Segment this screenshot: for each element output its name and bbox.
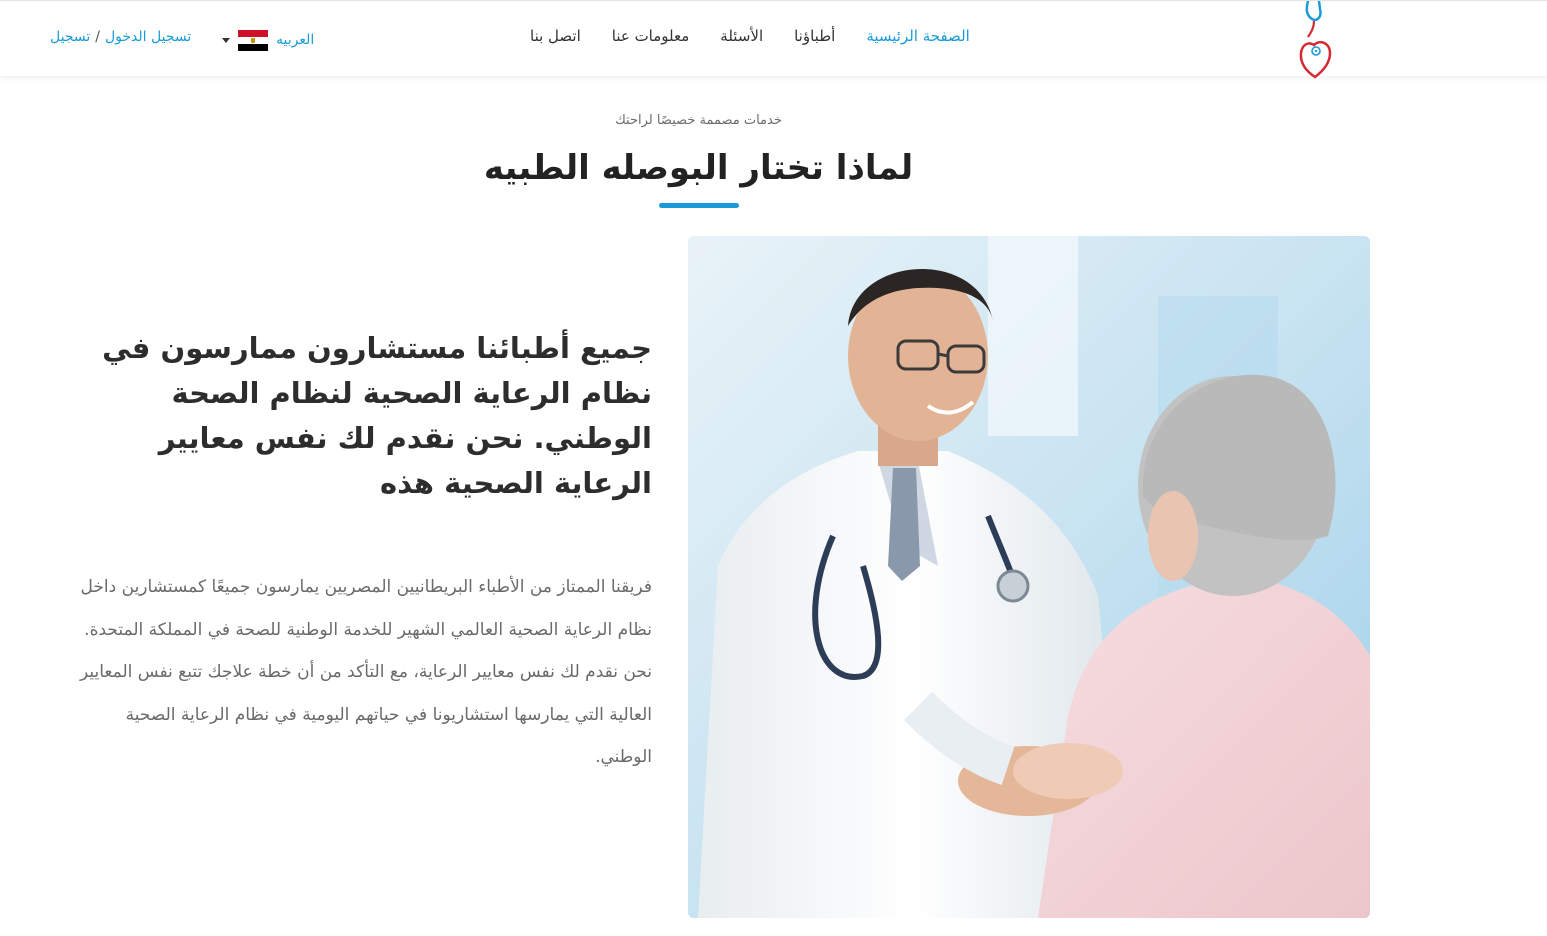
nav-about[interactable]: معلومات عنا bbox=[612, 27, 690, 53]
egypt-flag-icon bbox=[238, 29, 268, 51]
nav-home[interactable]: الصفحة الرئيسية bbox=[866, 27, 970, 53]
top-navbar: الصفحة الرئيسية أطباؤنا الأسئلة معلومات … bbox=[0, 0, 1547, 79]
language-selector[interactable]: العربيه bbox=[222, 29, 314, 51]
language-label: العربيه bbox=[276, 32, 315, 48]
auth-links: تسجيل الدخول / تسجيل bbox=[50, 29, 191, 45]
register-link[interactable]: تسجيل bbox=[50, 29, 90, 45]
nav-contact[interactable]: اتصل بنا bbox=[530, 27, 581, 53]
doctor-holding-elderly-patient-hands-photo bbox=[688, 236, 1370, 918]
login-link[interactable]: تسجيل الدخول bbox=[105, 29, 191, 45]
features-body: فريقنا الممتاز من الأطباء البريطانيين ال… bbox=[80, 577, 652, 767]
auth-separator: / bbox=[95, 29, 100, 45]
title-underline bbox=[659, 203, 739, 208]
section-subtitle: خدمات مصممة خصيصًا لراحتك bbox=[615, 113, 782, 128]
nav-faq[interactable]: الأسئلة bbox=[720, 27, 763, 53]
chevron-down-icon bbox=[222, 37, 230, 43]
main-nav: الصفحة الرئيسية أطباؤنا الأسئلة معلومات … bbox=[530, 27, 970, 53]
features-heading: جميع أطبائنا مستشارون ممارسون في نظام ال… bbox=[102, 331, 652, 500]
nav-doctors[interactable]: أطباؤنا bbox=[794, 27, 835, 53]
section-title: لماذا تختار البوصله الطبيه bbox=[483, 148, 914, 188]
site-logo[interactable] bbox=[1290, 0, 1340, 79]
stethoscope-heart-icon bbox=[1299, 0, 1332, 79]
doctor-patient-photo bbox=[688, 236, 1370, 918]
